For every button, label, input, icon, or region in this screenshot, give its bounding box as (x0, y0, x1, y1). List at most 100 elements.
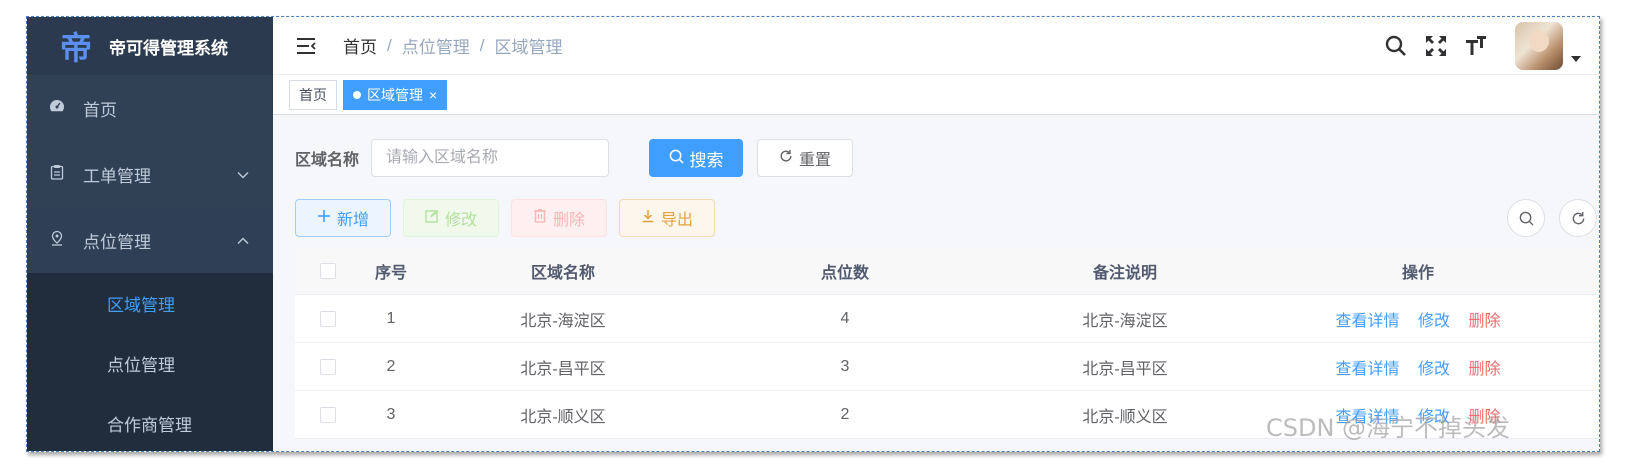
avatar[interactable] (1515, 22, 1563, 70)
main-area: 首页 / 点位管理 / 区域管理 首页 区域管理 × 区域名称 请输入区域名称 … (273, 17, 1599, 451)
checkbox[interactable] (320, 358, 336, 375)
cell-ops: 查看详情 修改 删除 (1265, 307, 1571, 331)
sidebar-item-partner[interactable]: 合作商管理 (27, 393, 273, 451)
breadcrumb-separator: / (479, 35, 485, 55)
tag-region[interactable]: 区域管理 × (343, 79, 448, 110)
cell-name: 北京-顺义区 (520, 408, 606, 426)
search-icon[interactable] (1383, 33, 1409, 59)
checkbox[interactable] (320, 262, 336, 279)
toggle-search-button[interactable] (1507, 199, 1545, 237)
detail-link[interactable]: 查看详情 (1336, 361, 1400, 378)
sidebar-item-region[interactable]: 区域管理 (27, 273, 273, 333)
cell-index: 3 (386, 405, 396, 423)
dashboard-icon (47, 98, 67, 118)
cell-name: 北京-昌平区 (520, 360, 606, 378)
table-header: 序号 区域名称 点位数 备注说明 操作 (295, 247, 1599, 295)
edit-button-label: 修改 (444, 212, 477, 229)
app-title: 帝可得管理系统 (109, 38, 228, 58)
caret-down-icon[interactable] (1571, 51, 1581, 65)
hamburger-icon[interactable] (295, 35, 317, 57)
sidebar-item-label: 点位管理 (83, 232, 151, 252)
plus-icon (317, 209, 331, 228)
add-button[interactable]: 新增 (295, 199, 391, 237)
breadcrumb-separator: / (387, 35, 392, 55)
app-window: 帝 帝可得管理系统 首页 工单管理 点位管理 区域管理 点位管理 合作商管理 首… (26, 16, 1600, 452)
chevron-up-icon (237, 232, 249, 248)
checkbox[interactable] (320, 310, 336, 327)
breadcrumb-parent[interactable]: 点位管理 (402, 33, 470, 58)
cell-note: 北京-顺义区 (1082, 408, 1168, 426)
chevron-down-icon (237, 166, 249, 182)
sidebar-item-label: 首页 (83, 100, 117, 120)
delete-button-label: 删除 (552, 212, 585, 229)
fullscreen-icon[interactable] (1423, 33, 1449, 59)
search-label: 区域名称 (295, 152, 360, 169)
reset-button[interactable]: 重置 (757, 139, 854, 177)
tag-label: 首页 (299, 86, 327, 103)
sidebar-item-workorder[interactable]: 工单管理 (27, 141, 273, 207)
sidebar: 帝 帝可得管理系统 首页 工单管理 点位管理 区域管理 点位管理 合作商管理 (27, 17, 273, 451)
search-form: 区域名称 搜索 重置 (295, 139, 854, 177)
watermark: CSDN @海宁不掉头发 (1266, 414, 1511, 442)
location-icon (47, 230, 67, 250)
header-count: 点位数 (820, 264, 869, 282)
logo[interactable]: 帝 帝可得管理系统 (27, 17, 273, 75)
cell-ops: 查看详情 修改 删除 (1265, 355, 1571, 379)
cell-index: 2 (386, 357, 396, 375)
sidebar-item-home[interactable]: 首页 (27, 75, 273, 141)
row-checkbox[interactable] (295, 406, 361, 423)
cell-count: 3 (840, 357, 850, 375)
search-icon (669, 149, 684, 168)
table-row: 2 北京-昌平区 3 北京-昌平区 查看详情 修改 删除 (295, 343, 1599, 391)
cell-count: 4 (840, 309, 850, 327)
refresh-icon (1572, 211, 1584, 224)
select-all-checkbox[interactable] (295, 262, 361, 279)
page-content: 区域名称 搜索 重置 (273, 115, 1599, 451)
row-checkbox[interactable] (295, 358, 361, 375)
breadcrumb-home[interactable]: 首页 (343, 33, 377, 58)
edit-icon (425, 209, 439, 228)
edit-button[interactable]: 修改 (403, 199, 499, 237)
row-checkbox[interactable] (295, 310, 361, 327)
region-name-input[interactable] (371, 139, 610, 177)
toolbar: 新增 修改 删除 导出 (295, 199, 1599, 237)
edit-link[interactable]: 修改 (1418, 361, 1450, 378)
close-icon[interactable]: × (429, 87, 437, 103)
search-button[interactable]: 搜索 (649, 139, 744, 177)
delete-link[interactable]: 删除 (1468, 361, 1500, 378)
tag-home[interactable]: 首页 (289, 79, 337, 110)
sidebar-item-point[interactable]: 点位管理 (27, 333, 273, 393)
header-index: 序号 (374, 264, 407, 282)
sidebar-item-location[interactable]: 点位管理 (27, 207, 273, 273)
logo-icon: 帝 (59, 29, 92, 67)
refresh-button[interactable] (1559, 199, 1597, 237)
detail-link[interactable]: 查看详情 (1336, 313, 1400, 330)
checkbox[interactable] (320, 406, 336, 423)
header-ops: 操作 (1401, 264, 1434, 282)
right-menu (1369, 17, 1581, 75)
trash-icon (533, 208, 547, 228)
cell-index: 1 (386, 309, 396, 327)
cell-note: 北京-海淀区 (1082, 312, 1168, 330)
export-button[interactable]: 导出 (619, 199, 715, 237)
clipboard-icon (47, 164, 67, 184)
tags-view: 首页 区域管理 × (273, 75, 1599, 115)
table-row: 1 北京-海淀区 4 北京-海淀区 查看详情 修改 删除 (295, 295, 1599, 343)
sidebar-item-label: 工单管理 (83, 166, 151, 186)
cell-note: 北京-昌平区 (1082, 360, 1168, 378)
active-dot (353, 90, 361, 99)
delete-link[interactable]: 删除 (1468, 313, 1500, 330)
reset-button-label: 重置 (799, 152, 832, 169)
tag-label: 区域管理 (367, 86, 423, 103)
table-tools (1493, 199, 1597, 237)
add-button-label: 新增 (336, 212, 369, 229)
cell-name: 北京-海淀区 (520, 312, 606, 330)
edit-link[interactable]: 修改 (1418, 313, 1450, 330)
navbar: 首页 / 点位管理 / 区域管理 (273, 17, 1599, 75)
export-button-label: 导出 (660, 212, 693, 229)
delete-button[interactable]: 删除 (511, 199, 607, 237)
font-size-icon[interactable] (1463, 33, 1489, 59)
refresh-icon (779, 149, 793, 167)
breadcrumb: 首页 / 点位管理 / 区域管理 (343, 33, 562, 58)
breadcrumb-current: 区域管理 (494, 38, 563, 57)
